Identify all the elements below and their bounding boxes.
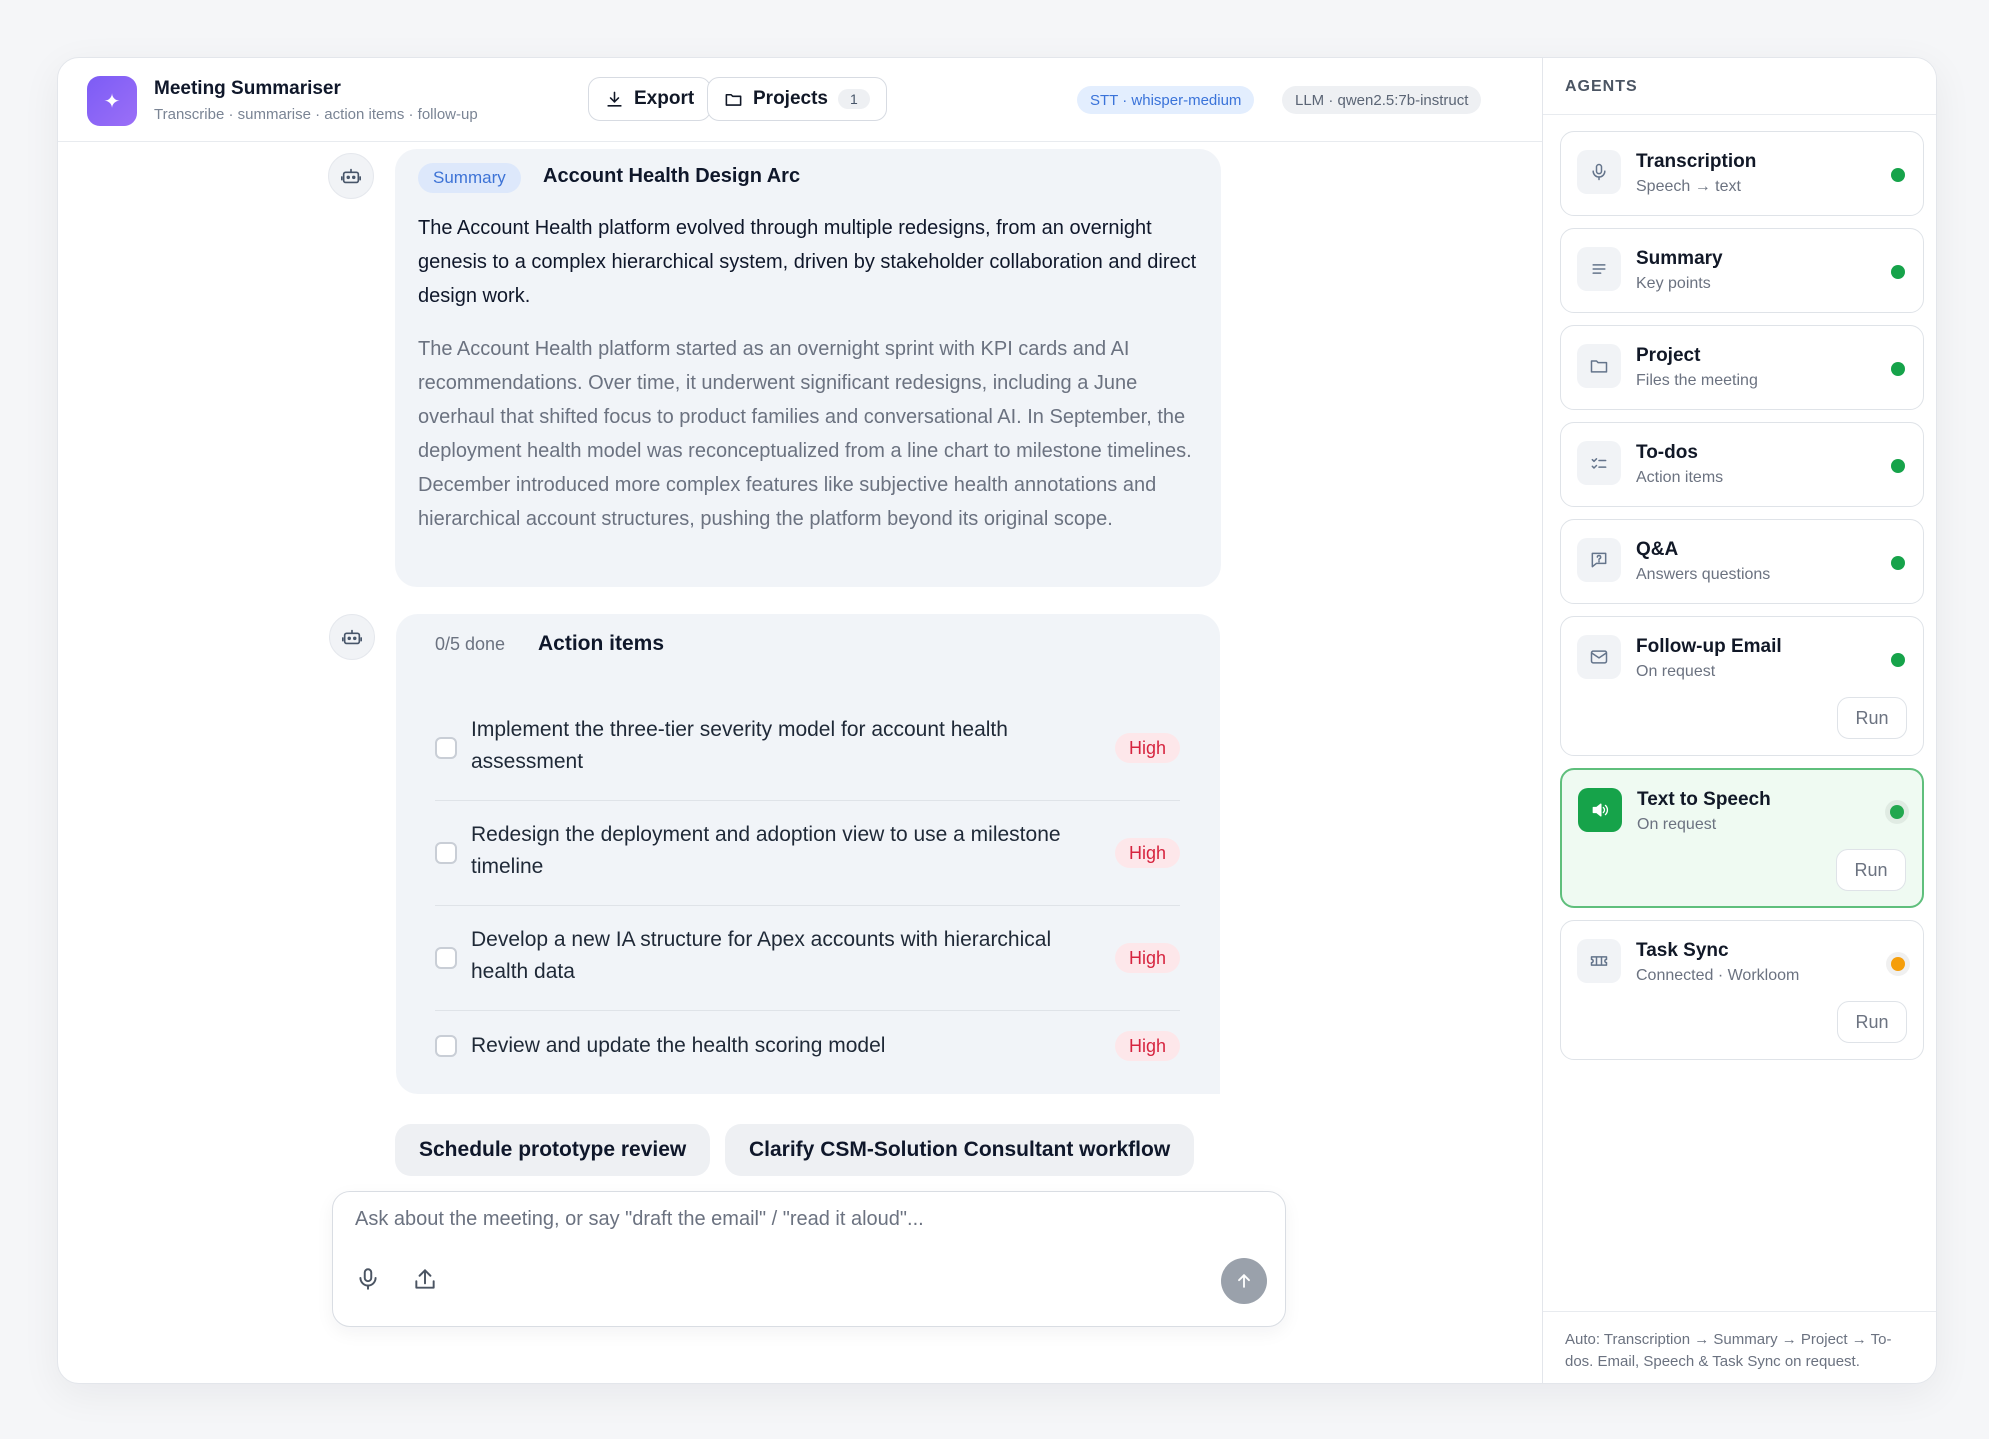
agent-card-followup-email[interactable]: Follow-up Email On request Run <box>1560 616 1924 756</box>
bot-avatar <box>329 614 375 660</box>
agents-sidebar: AGENTS Transcription Speech → text Summa… <box>1542 58 1936 1383</box>
mail-icon <box>1577 635 1621 679</box>
app-subtitle: Transcribe · summarise · action items · … <box>154 106 478 123</box>
microphone-icon <box>359 1268 377 1290</box>
top-header: ✦ Meeting Summariser Transcribe · summar… <box>58 58 1542 142</box>
agent-desc: Speech → text <box>1636 178 1741 195</box>
status-dot <box>1891 168 1905 182</box>
summary-card: Summary Account Health Design Arc The Ac… <box>395 149 1221 587</box>
app-window: ✦ Meeting Summariser Transcribe · summar… <box>57 57 1937 1384</box>
status-dot <box>1891 265 1905 279</box>
folder-icon <box>1577 344 1621 388</box>
agent-card-summary[interactable]: Summary Key points <box>1560 228 1924 313</box>
robot-icon <box>342 629 362 645</box>
agent-name: Q&A <box>1636 539 1679 560</box>
agent-card-qa[interactable]: Q&A Answers questions <box>1560 519 1924 604</box>
agent-name: Task Sync <box>1636 940 1729 961</box>
agent-name: Follow-up Email <box>1636 636 1782 657</box>
download-icon <box>607 91 622 107</box>
agent-card-transcription[interactable]: Transcription Speech → text <box>1560 131 1924 216</box>
run-button[interactable]: Run <box>1836 849 1906 891</box>
agent-desc: Action items <box>1636 469 1724 486</box>
summary-badge: Summary <box>418 163 521 193</box>
status-dot <box>1891 459 1905 473</box>
stt-model-tag: STT · whisper-medium <box>1077 86 1255 114</box>
agent-card-project[interactable]: Project Files the meeting <box>1560 325 1924 410</box>
agent-desc: On request <box>1636 663 1716 680</box>
suggestion-chip-schedule-review[interactable]: Schedule prototype review <box>395 1124 711 1176</box>
action-item-checkbox[interactable] <box>435 842 457 864</box>
action-items-card: 0/5 done Action items Implement the thre… <box>396 614 1220 1094</box>
agent-desc: Files the meeting <box>1636 372 1758 389</box>
status-dot <box>1890 805 1904 819</box>
run-button[interactable]: Run <box>1837 1001 1907 1043</box>
action-item-checkbox[interactable] <box>435 737 457 759</box>
llm-model-tag: LLM · qwen2.5:7b-instruct <box>1282 86 1482 114</box>
agent-desc: Connected · Workloom <box>1636 967 1800 984</box>
action-item-row: Implement the three-tier severity model … <box>435 696 1180 801</box>
projects-label: Projects <box>753 88 828 109</box>
agent-name: Transcription <box>1636 151 1757 172</box>
export-button[interactable]: Export <box>588 77 712 121</box>
agent-desc: Key points <box>1636 275 1711 292</box>
folder-icon <box>725 93 742 106</box>
agent-name: Project <box>1636 345 1701 366</box>
microphone-button[interactable] <box>353 1264 383 1294</box>
agent-desc: Answers questions <box>1636 566 1771 583</box>
action-item-text: Develop a new IA structure for Apex acco… <box>471 928 1052 983</box>
agent-card-task-sync[interactable]: Task Sync Connected · Workloom Run <box>1560 920 1924 1060</box>
microphone-icon <box>1577 150 1621 194</box>
upload-icon <box>415 1269 435 1289</box>
agent-card-text-to-speech[interactable]: Text to Speech On request Run <box>1560 768 1924 908</box>
status-dot <box>1891 653 1905 667</box>
list-lines-icon <box>1577 247 1621 291</box>
bot-avatar <box>328 153 374 199</box>
arrow-up-icon <box>1238 1274 1250 1288</box>
priority-badge: High <box>1114 943 1180 973</box>
upload-button[interactable] <box>410 1264 440 1294</box>
action-item-row: Review and update the health scoring mod… <box>435 1011 1180 1086</box>
priority-badge: High <box>1114 733 1180 763</box>
summary-body-text: The Account Health platform started as a… <box>418 338 1192 530</box>
agents-heading: AGENTS <box>1543 58 1936 115</box>
action-items-title: Action items <box>538 632 665 655</box>
done-count: 0/5 done <box>435 634 506 654</box>
send-button[interactable] <box>1221 1258 1267 1304</box>
priority-badge: High <box>1114 838 1180 868</box>
action-item-checkbox[interactable] <box>435 1035 457 1057</box>
message-composer <box>332 1191 1286 1327</box>
sparkle-logo-icon: ✦ <box>87 76 137 126</box>
summary-title: Account Health Design Arc <box>543 165 801 187</box>
agent-name: Summary <box>1636 248 1723 269</box>
agent-card-todos[interactable]: To-dos Action items <box>1560 422 1924 507</box>
action-item-text: Redesign the deployment and adoption vie… <box>471 823 1061 878</box>
robot-icon <box>341 168 361 184</box>
pipeline-note: Auto: Transcription → Summary → Project … <box>1543 1311 1936 1383</box>
status-dot <box>1891 556 1905 570</box>
projects-count-badge: 1 <box>837 89 870 109</box>
export-label: Export <box>634 88 695 109</box>
message-input[interactable] <box>355 1208 1255 1231</box>
priority-badge: High <box>1114 1031 1180 1061</box>
action-item-text: Review and update the health scoring mod… <box>471 1034 886 1057</box>
agent-name: Text to Speech <box>1637 789 1771 810</box>
speaker-icon <box>1578 788 1622 832</box>
ticket-icon <box>1577 939 1621 983</box>
agent-name: To-dos <box>1636 442 1698 463</box>
agent-desc: On request <box>1637 816 1717 833</box>
action-item-row: Develop a new IA structure for Apex acco… <box>435 906 1180 1011</box>
action-item-row: Redesign the deployment and adoption vie… <box>435 801 1180 906</box>
question-chat-icon <box>1577 538 1621 582</box>
projects-button[interactable]: Projects 1 <box>707 77 887 121</box>
action-item-checkbox[interactable] <box>435 947 457 969</box>
status-dot <box>1891 957 1905 971</box>
app-title: Meeting Summariser <box>154 78 341 99</box>
action-item-text: Implement the three-tier severity model … <box>471 718 1008 773</box>
suggestion-chip-clarify-workflow[interactable]: Clarify CSM-Solution Consultant workflow <box>725 1124 1195 1176</box>
status-dot <box>1891 362 1905 376</box>
summary-lead-text: The Account Health platform evolved thro… <box>418 217 1197 307</box>
checklist-icon <box>1577 441 1621 485</box>
run-button[interactable]: Run <box>1837 697 1907 739</box>
